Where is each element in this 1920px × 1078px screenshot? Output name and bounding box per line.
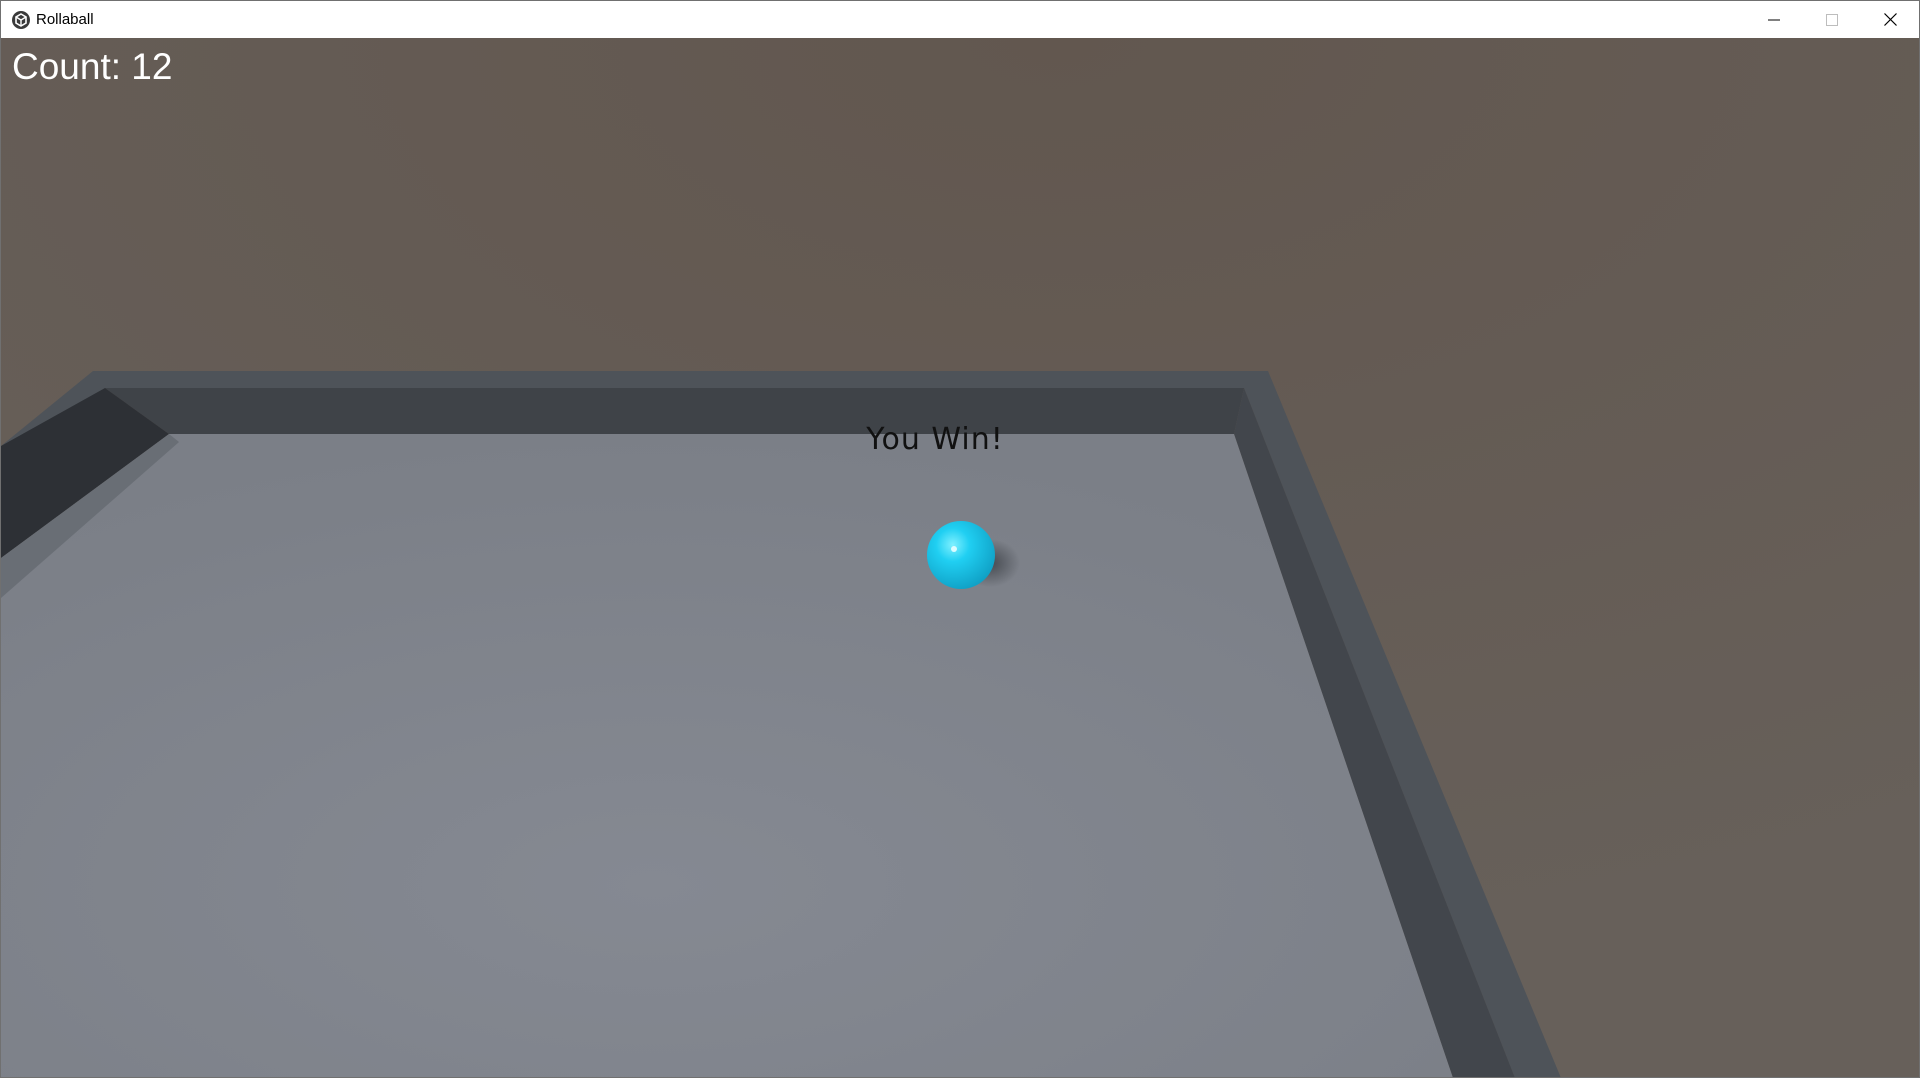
maximize-button[interactable] xyxy=(1803,1,1861,38)
game-scene xyxy=(1,38,1919,1077)
win-message: You Win! xyxy=(866,422,1004,457)
count-label: Count: 12 xyxy=(12,46,173,87)
game-window: Rollaball Count: 12 You Win! xyxy=(0,0,1920,1078)
window-title: Rollaball xyxy=(36,11,94,28)
unity-logo-icon xyxy=(12,11,30,29)
ball-highlight xyxy=(951,546,957,552)
minimize-button[interactable] xyxy=(1745,1,1803,38)
close-button[interactable] xyxy=(1861,1,1919,38)
maximize-icon xyxy=(1826,13,1838,26)
player-ball xyxy=(927,521,995,589)
title-bar[interactable]: Rollaball xyxy=(1,1,1919,38)
ground-plane xyxy=(1,434,1453,1077)
close-icon xyxy=(1883,13,1897,26)
minimize-icon xyxy=(1768,19,1780,20)
game-viewport[interactable]: Count: 12 You Win! xyxy=(1,38,1919,1077)
back-wall-face xyxy=(105,388,1244,434)
